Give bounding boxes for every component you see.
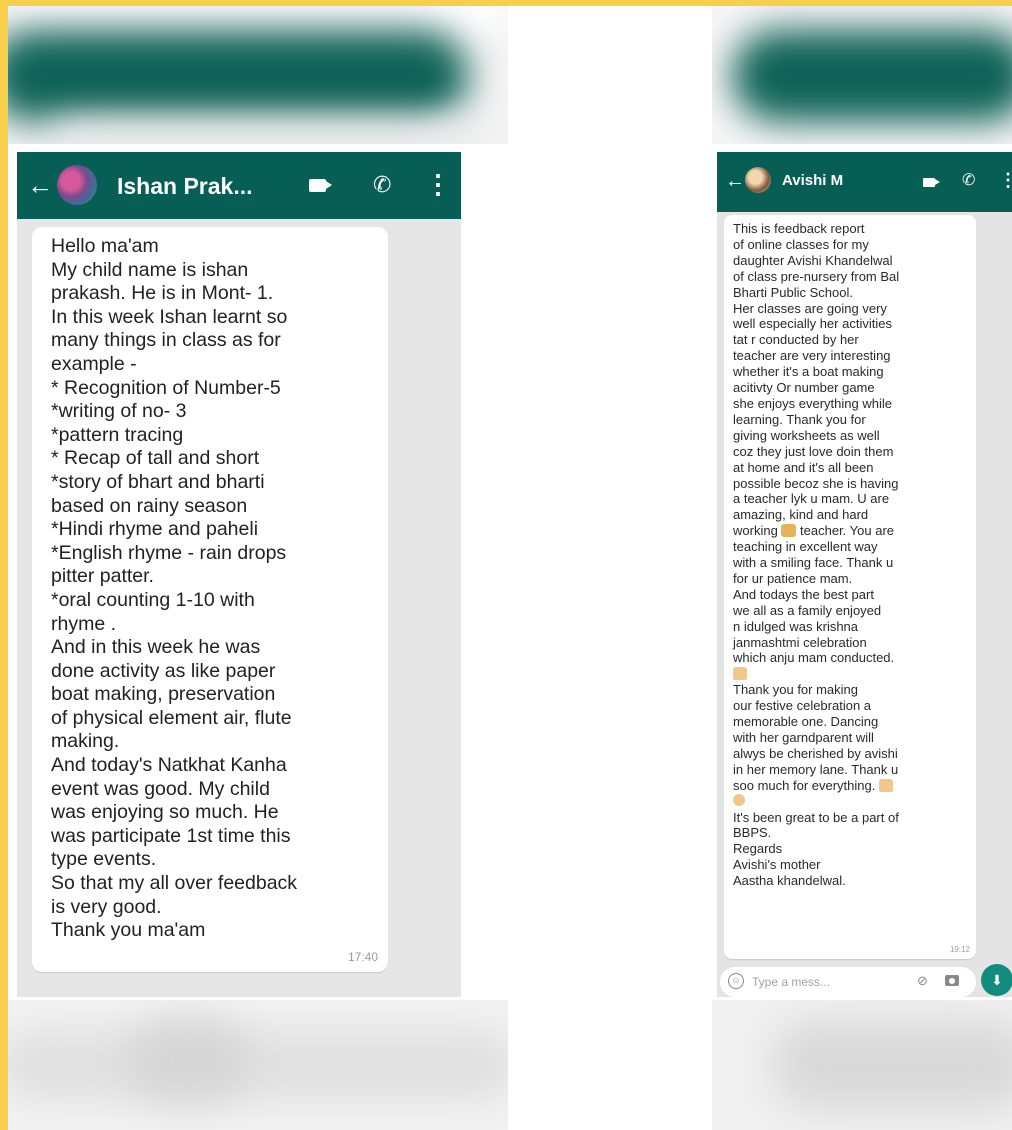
message-line: making. (51, 730, 120, 753)
chat-header: ← Ishan Prak... ✆ ⋮ (17, 152, 461, 219)
blurred-footer-right (712, 1000, 1012, 1130)
blurred-header-right (712, 6, 1012, 144)
message-line: done activity as like paper (51, 659, 276, 682)
more-vert-icon[interactable]: ⋮ (999, 170, 1012, 190)
message-part: Thank you for making our festive celebra… (733, 682, 899, 793)
mic-icon[interactable]: ⬇ (981, 964, 1012, 996)
attach-icon[interactable]: ⊘ (917, 973, 928, 989)
phone-icon[interactable]: ✆ (373, 172, 391, 198)
more-vert-icon[interactable]: ⋮ (425, 170, 451, 198)
video-call-icon[interactable] (923, 178, 940, 187)
message-part: teacher. You are teaching in excellent w… (733, 523, 895, 666)
message-text: Hello ma'am My child name is ishan prakash… (51, 235, 391, 943)
message-line: example - (51, 352, 137, 375)
message-line: rhyme . (51, 612, 117, 635)
camera-icon[interactable] (945, 975, 959, 986)
message-line: And in this week he was (51, 636, 261, 659)
message-line: event was good. My child (51, 777, 270, 800)
message-line: pitter patter. (51, 565, 154, 588)
message-line: * Recognition of Number-5 (51, 376, 281, 399)
chat-screenshot-left: ← Ishan Prak... ✆ ⋮ Hello ma'am My child … (17, 152, 461, 997)
message-line: was enjoying so much. He (51, 801, 279, 824)
message-line: So that my all over feedback (51, 872, 298, 895)
message-line: *oral counting 1-10 with (51, 588, 255, 611)
thumbs-up-emoji-icon (878, 778, 893, 792)
message-line: *pattern tracing (51, 423, 184, 446)
message-line: of physical element air, flute (51, 706, 292, 729)
message-bubble[interactable]: Hello ma'am My child name is ishan prakash… (32, 227, 388, 972)
avatar[interactable] (57, 165, 97, 205)
message-input[interactable] (752, 972, 892, 992)
message-line: *English rhyme - rain drops (51, 541, 287, 564)
chat-header: ← Avishi M ✆ ⋮ (717, 152, 1012, 212)
message-line: boat making, preservation (51, 683, 276, 706)
message-time: 19:12 (949, 945, 970, 954)
message-line: *writing of no- 3 (51, 400, 187, 423)
message-part: This is feedback report of online classe… (733, 221, 900, 539)
message-line: was participate 1st time this (51, 824, 291, 847)
message-line: *Hindi rhyme and paheli (51, 518, 259, 541)
message-line: Thank you ma'am (51, 919, 206, 942)
thumbs-up-emoji-icon (733, 667, 747, 681)
message-line: In this week Ishan learnt so (51, 305, 288, 328)
message-line: Hello ma'am (51, 235, 159, 257)
yellow-frame-left (0, 0, 8, 1130)
message-line: prakash. He is in Mont- 1. (51, 282, 274, 305)
chat-screenshot-right: ← Avishi M ✆ ⋮ This is feedback report o… (717, 152, 1012, 997)
ok-hand-emoji-icon (733, 793, 745, 806)
message-line: is very good. (51, 895, 162, 918)
message-line: And today's Natkhat Kanha (51, 754, 287, 777)
message-part: It's been great to be a part of BBPS. Re… (733, 809, 899, 889)
blurred-footer-left (8, 1000, 508, 1130)
message-line: My child name is ishan (51, 258, 249, 281)
message-line: many things in class as for (51, 329, 281, 352)
message-bubble[interactable]: This is feedback report of online classe… (724, 215, 976, 959)
message-line: type events. (51, 848, 157, 871)
message-input-bar: ☺ ⊘ (720, 967, 976, 997)
emoji-icon[interactable]: ☺ (728, 973, 744, 989)
avatar[interactable] (745, 167, 771, 193)
back-arrow-icon[interactable]: ← (27, 170, 53, 200)
blurred-header-left (8, 6, 508, 144)
contact-name[interactable]: Avishi M (782, 172, 843, 190)
message-line: *story of bhart and bharti (51, 470, 265, 493)
smiley-emoji-icon (781, 524, 797, 538)
back-arrow-icon[interactable]: ← (725, 170, 745, 192)
video-call-icon[interactable] (309, 179, 332, 192)
phone-icon[interactable]: ✆ (962, 171, 975, 191)
message-time: 17:40 (347, 950, 378, 964)
message-line: based on rainy season (51, 494, 248, 517)
contact-name[interactable]: Ishan Prak... (117, 172, 253, 200)
message-line: * Recap of tall and short (51, 447, 260, 470)
message-text: This is feedback report of online classe… (733, 221, 973, 889)
